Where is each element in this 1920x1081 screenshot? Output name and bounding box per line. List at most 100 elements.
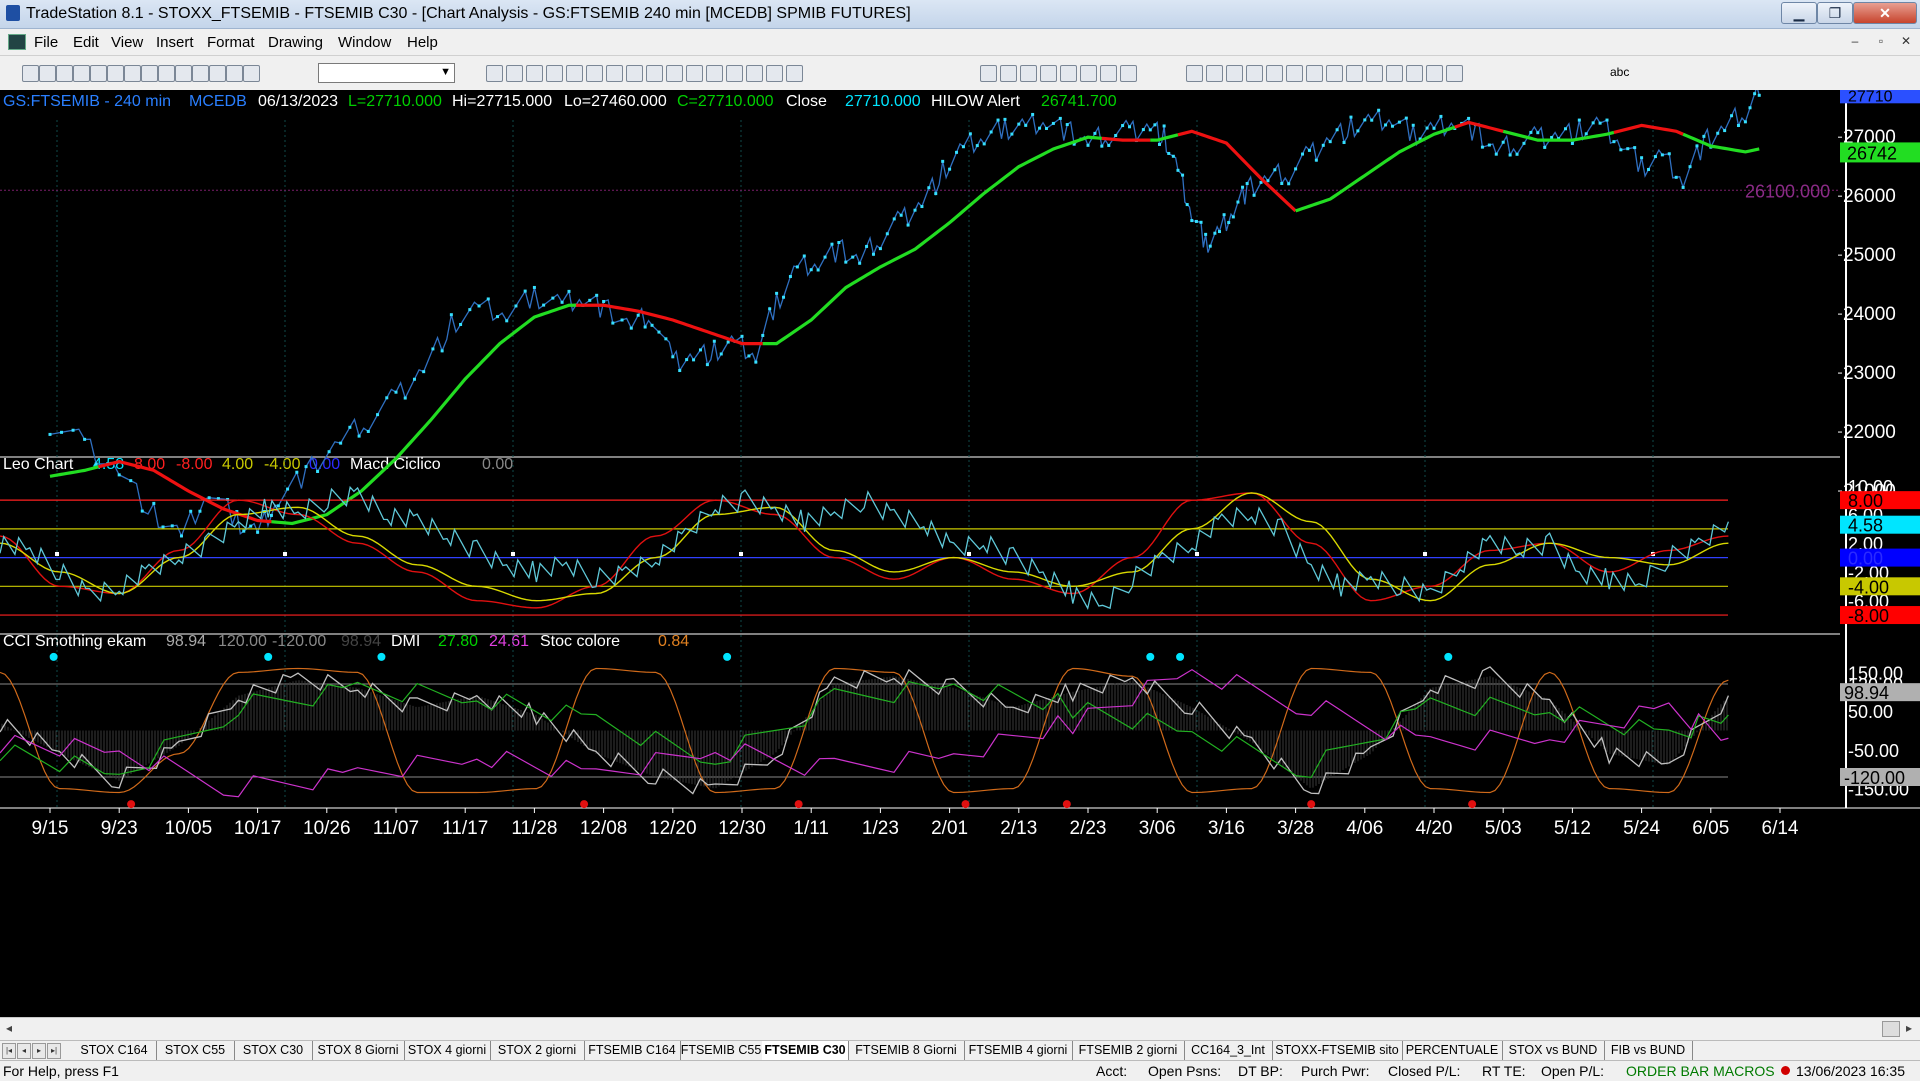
text-tool-button[interactable]: abc: [1610, 65, 1629, 79]
trendline-icon[interactable]: [1040, 65, 1057, 82]
window-icon[interactable]: [566, 65, 583, 82]
globe-icon[interactable]: [209, 65, 226, 82]
arrow-icon[interactable]: [1306, 65, 1323, 82]
menu-drawing[interactable]: Drawing: [268, 34, 323, 51]
tools-icon[interactable]: [192, 65, 209, 82]
zoom-in-icon[interactable]: [746, 65, 763, 82]
menu-file[interactable]: File: [34, 34, 58, 51]
extension-icon[interactable]: [1266, 65, 1283, 82]
tab-fib-vs-bund[interactable]: FIB vs BUND: [1604, 1041, 1693, 1060]
speed-line-icon[interactable]: [1226, 65, 1243, 82]
regression-icon[interactable]: [1286, 65, 1303, 82]
document-icon[interactable]: [8, 34, 26, 50]
tab-ftsemib-2-giorni[interactable]: FTSEMIB 2 giorni: [1072, 1041, 1185, 1060]
price-bar: [1024, 123, 1028, 127]
print-icon[interactable]: [107, 65, 124, 82]
vertical-line-icon[interactable]: [1100, 65, 1117, 82]
tab-prev-button[interactable]: ◂: [17, 1043, 31, 1059]
copy-icon[interactable]: [73, 65, 90, 82]
minimize-button[interactable]: ▁: [1781, 2, 1817, 24]
gann-icon[interactable]: [1206, 65, 1223, 82]
up-arrow-icon[interactable]: [1386, 65, 1403, 82]
data-icon[interactable]: [626, 65, 643, 82]
symbol-combo[interactable]: ▼: [318, 63, 455, 83]
hand-icon[interactable]: [1000, 65, 1017, 82]
menu-window[interactable]: Window: [338, 34, 391, 51]
new-icon[interactable]: [22, 65, 39, 82]
chart-area[interactable]: GS:FTSEMIB - 240 min MCEDB 06/13/2023 L=…: [0, 90, 1920, 1017]
mdi-close-button[interactable]: ✕: [1897, 34, 1915, 50]
order-bar-macros-button[interactable]: ORDER BAR MACROS: [1626, 1063, 1775, 1079]
tab-stox-c164[interactable]: STOX C164: [72, 1041, 157, 1060]
indicator-icon[interactable]: [666, 65, 683, 82]
grid-icon[interactable]: [158, 65, 175, 82]
tab-stox-c30[interactable]: STOX C30: [234, 1041, 313, 1060]
tab-percentuale[interactable]: PERCENTUALE: [1402, 1041, 1503, 1060]
news-icon[interactable]: [506, 65, 523, 82]
tab-stox-4-giorni[interactable]: STOX 4 giorni: [404, 1041, 491, 1060]
layout-icon[interactable]: [486, 65, 503, 82]
horizontal-scrollbar[interactable]: ◂ ▸: [0, 1017, 1920, 1040]
chart-canvas[interactable]: GS:FTSEMIB - 240 min MCEDB 06/13/2023 L=…: [0, 90, 1920, 1017]
scroll-left-button[interactable]: ◂: [6, 1021, 12, 1035]
expand-icon[interactable]: [726, 65, 743, 82]
ellipse-icon[interactable]: [1406, 65, 1423, 82]
mdi-minimize-button[interactable]: –: [1846, 34, 1864, 50]
menu-format[interactable]: Format: [207, 34, 255, 51]
pointer-icon[interactable]: [786, 65, 803, 82]
price-bar: [1314, 158, 1318, 162]
compress-icon[interactable]: [706, 65, 723, 82]
save-icon[interactable]: [56, 65, 73, 82]
bar-chart-icon[interactable]: [226, 65, 243, 82]
draw-icon[interactable]: [1020, 65, 1037, 82]
chart-icon[interactable]: [141, 65, 158, 82]
tab-ftsemib-4-giorni[interactable]: FTSEMIB 4 giorni: [964, 1041, 1073, 1060]
rectangle-icon[interactable]: [1426, 65, 1443, 82]
alert-icon[interactable]: [546, 65, 563, 82]
menu-view[interactable]: View: [111, 34, 143, 51]
menu-edit[interactable]: Edit: [73, 34, 99, 51]
close-button[interactable]: ✕: [1853, 2, 1917, 24]
tab-ftsemib-8-giorni[interactable]: FTSEMIB 8 Giorni: [848, 1041, 965, 1060]
tab-ftsemib-c164[interactable]: FTSEMIB C164: [584, 1041, 681, 1060]
fib-icon[interactable]: [1120, 65, 1137, 82]
price-bar: [366, 429, 370, 433]
calendar-icon[interactable]: [646, 65, 663, 82]
retrace-icon[interactable]: [1246, 65, 1263, 82]
macro-icon[interactable]: [586, 65, 603, 82]
cycle-icon[interactable]: [1326, 65, 1343, 82]
tab-stox-c55[interactable]: STOX C55: [156, 1041, 235, 1060]
tab-stox-2-giorni[interactable]: STOX 2 giorni: [490, 1041, 585, 1060]
strategy-icon[interactable]: [686, 65, 703, 82]
tab-ftsemib-c55[interactable]: FTSEMIB C55: [680, 1041, 763, 1060]
tab-cc164-3-int[interactable]: CC164_3_Int: [1184, 1041, 1273, 1060]
text-icon[interactable]: [1446, 65, 1463, 82]
table-icon[interactable]: [243, 65, 260, 82]
menu-help[interactable]: Help: [407, 34, 438, 51]
scroll-thumb[interactable]: [1882, 1021, 1900, 1037]
tab-last-button[interactable]: ▸|: [47, 1043, 61, 1059]
scroll-right-button[interactable]: ▸: [1906, 1021, 1912, 1035]
paste-icon[interactable]: [90, 65, 107, 82]
menu-insert[interactable]: Insert: [156, 34, 194, 51]
tab-stox-vs-bund[interactable]: STOX vs BUND: [1502, 1041, 1605, 1060]
print-preview-icon[interactable]: [124, 65, 141, 82]
crosshair-icon[interactable]: [980, 65, 997, 82]
restore-button[interactable]: ❐: [1817, 2, 1853, 24]
mdi-restore-button[interactable]: ▫: [1872, 34, 1890, 50]
channel-icon[interactable]: [1060, 65, 1077, 82]
tab-stox-8-giorni[interactable]: STOX 8 Giorni: [312, 1041, 405, 1060]
lock-icon[interactable]: [175, 65, 192, 82]
horizontal-line-icon[interactable]: [1080, 65, 1097, 82]
quote-icon[interactable]: [606, 65, 623, 82]
tab-first-button[interactable]: |◂: [2, 1043, 16, 1059]
tab-stoxx-ftsemib-sito[interactable]: STOXX-FTSEMIB sito: [1272, 1041, 1403, 1060]
tab-ftsemib-c30[interactable]: FTSEMIB C30: [762, 1041, 849, 1060]
curve-icon[interactable]: [1346, 65, 1363, 82]
arc-icon[interactable]: [1186, 65, 1203, 82]
down-arrow-icon[interactable]: [1366, 65, 1383, 82]
scanner-icon[interactable]: [526, 65, 543, 82]
zoom-out-icon[interactable]: [766, 65, 783, 82]
tab-next-button[interactable]: ▸: [32, 1043, 46, 1059]
open-icon[interactable]: [39, 65, 56, 82]
